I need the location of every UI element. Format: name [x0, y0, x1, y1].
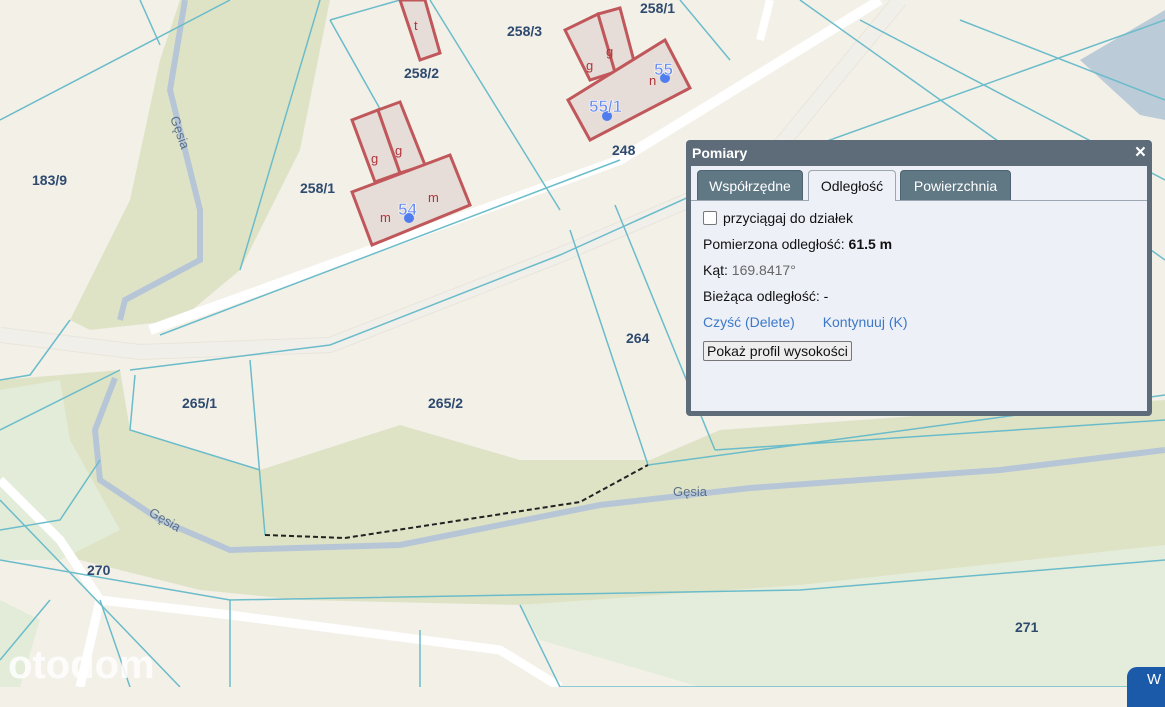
snap-option[interactable]: przyciągaj do działek [703, 209, 1135, 231]
parcel-label: 258/3 [507, 23, 542, 39]
action-links: Czyść (Delete) Kontynuuj (K) [703, 309, 1135, 335]
water-area [1080, 10, 1165, 120]
address-number: 55 [654, 60, 673, 79]
tab-coordinates[interactable]: Współrzędne [697, 170, 803, 200]
address-number: 54 [398, 200, 417, 219]
building-label: g [371, 151, 378, 166]
tab-bar: Współrzędne Odległość Powierzchnia [691, 166, 1147, 201]
measurement-dialog: Pomiary × Współrzędne Odległość Powierzc… [686, 140, 1152, 416]
snap-label: przyciągaj do działek [723, 210, 853, 226]
continue-link[interactable]: Kontynuuj (K) [823, 314, 908, 330]
angle-value: 169.8417° [731, 262, 796, 278]
road [99, 595, 563, 687]
parcel-label: 183/9 [32, 172, 67, 188]
building-label: m [380, 210, 391, 225]
building-label: m [428, 190, 439, 205]
snap-checkbox[interactable] [703, 211, 717, 225]
dialog-body: Współrzędne Odległość Powierzchnia przyc… [691, 166, 1147, 411]
tab-distance[interactable]: Odległość [808, 170, 896, 201]
parcel-label: 271 [1015, 619, 1039, 635]
parcel-label: 258/1 [300, 180, 335, 196]
measured-distance-label: Pomierzona odległość: [703, 236, 845, 252]
clear-link[interactable]: Czyść (Delete) [703, 314, 795, 330]
elevation-profile-button[interactable]: Pokaż profil wysokości [703, 341, 852, 361]
parcel-label: 265/1 [182, 395, 217, 411]
stream-label: Gęsia [673, 484, 708, 499]
parcel-label: 258/2 [404, 65, 439, 81]
measured-distance-value: 61.5 m [848, 236, 893, 252]
address-number: 55/1 [589, 97, 622, 116]
angle-label: Kąt: [703, 262, 728, 278]
close-icon[interactable]: × [1135, 143, 1146, 163]
tab-area[interactable]: Powierzchnia [900, 170, 1011, 200]
parcel-label: 258/1 [640, 0, 675, 16]
parcel-label: 264 [626, 330, 650, 346]
building-label: g [395, 143, 402, 158]
building-label: g [606, 44, 613, 59]
otodom-watermark: otodom [8, 643, 155, 687]
corner-button[interactable]: W [1127, 667, 1165, 707]
angle-row: Kąt: 169.8417° [703, 257, 1135, 283]
parcel-label: 270 [87, 562, 111, 578]
building-label: t [414, 18, 418, 33]
parcel-label: 265/2 [428, 395, 463, 411]
current-distance-label: Bieżąca odległość: [703, 288, 820, 304]
road [756, 0, 774, 41]
current-distance-value: - [823, 288, 829, 304]
parcel-label: 248 [612, 142, 636, 158]
building-label: g [586, 58, 593, 73]
measured-distance-row: Pomierzona odległość: 61.5 m [703, 231, 1135, 257]
current-distance-row: Bieżąca odległość: - [703, 283, 1135, 309]
dialog-title[interactable]: Pomiary [691, 140, 1147, 166]
